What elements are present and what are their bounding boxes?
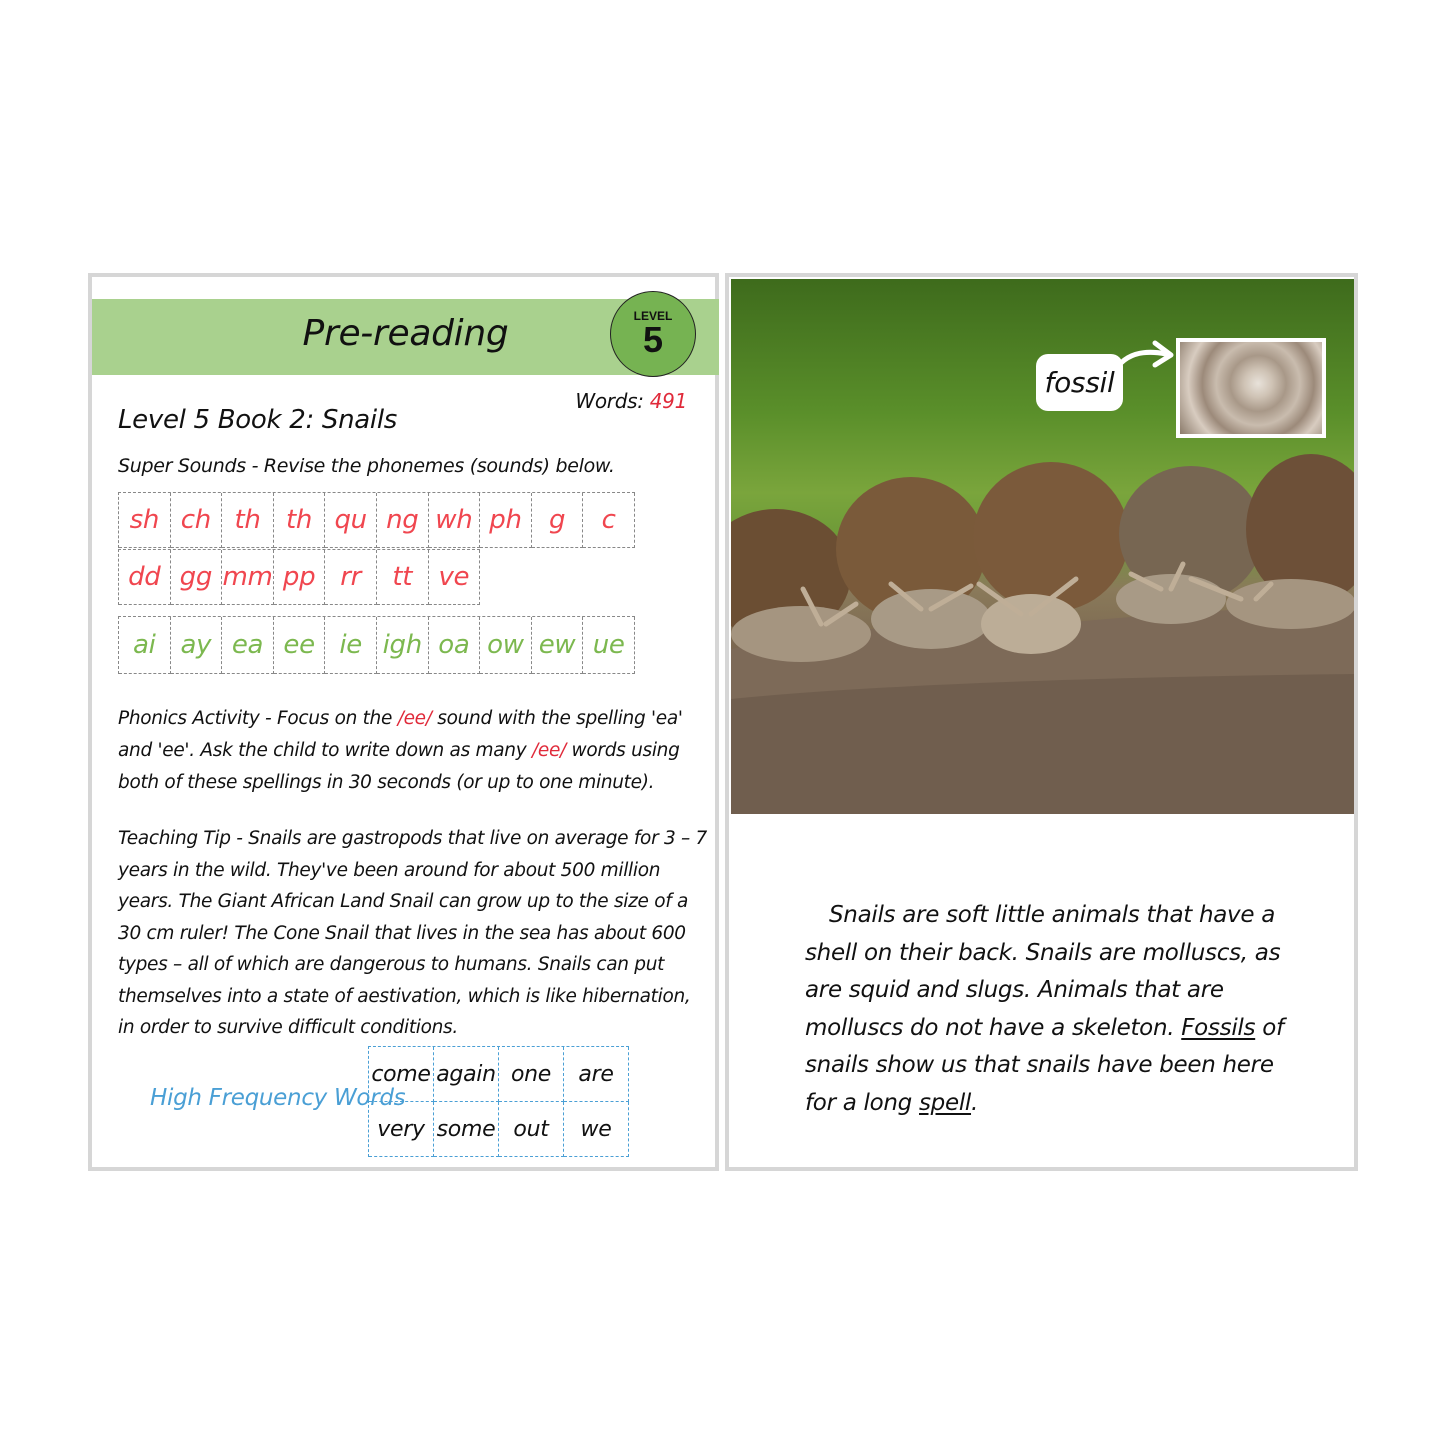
sound-cell: ow	[480, 617, 532, 674]
word-count: Words: 491	[575, 389, 687, 413]
hfw-word: out	[499, 1102, 564, 1157]
snail-body	[1116, 574, 1226, 624]
level-badge: LEVEL 5	[610, 291, 696, 377]
hfw-word: again	[434, 1047, 499, 1102]
word-count-label: Words:	[575, 389, 644, 413]
phonics-text: Phonics Activity - Focus on the	[118, 708, 398, 729]
book-title: Level 5 Book 2: Snails	[118, 405, 398, 435]
hfw-word: some	[434, 1102, 499, 1157]
hfw-word: very	[369, 1102, 434, 1157]
snails-photo: fossil	[731, 279, 1354, 814]
hfw-word: one	[499, 1047, 564, 1102]
sound-cell: igh	[376, 617, 429, 674]
sound-cell: ee	[273, 617, 326, 674]
sound-cell: gg	[170, 550, 223, 605]
sound-cell: tt	[376, 550, 429, 605]
sound-cell: pp	[273, 550, 326, 605]
teaching-tip: Teaching Tip - Snails are gastropods tha…	[118, 828, 708, 1038]
ammonite-image	[1180, 342, 1322, 434]
phoneme-highlight: /ee/	[397, 708, 432, 729]
sound-cell: sh	[119, 493, 171, 548]
phoneme-highlight: /ee/	[531, 740, 566, 761]
snail-body	[981, 594, 1081, 654]
story-text-part: .	[971, 1089, 979, 1116]
hfw-word: are	[564, 1047, 629, 1102]
sound-cell: ew	[531, 617, 584, 674]
hfw-word: we	[564, 1102, 629, 1157]
fossil-photo	[1176, 338, 1326, 438]
hfw-word: come	[369, 1047, 434, 1102]
snail-body	[1226, 579, 1354, 629]
snail-body	[871, 589, 991, 649]
sound-cell: mm	[222, 550, 274, 605]
sound-cell: oa	[428, 617, 481, 674]
sound-cell: ve	[428, 550, 481, 605]
word-count-value: 491	[649, 389, 688, 413]
super-sounds-instruction: Super Sounds - Revise the phonemes (soun…	[118, 455, 615, 477]
sound-cell: ai	[119, 617, 171, 674]
sound-cell: th	[222, 493, 274, 548]
arrow-icon	[1113, 340, 1174, 372]
high-frequency-words-grid: come again one are very some out we	[368, 1046, 629, 1157]
sound-cell: c	[583, 493, 635, 548]
sound-cell: g	[531, 493, 584, 548]
sound-cell: ie	[325, 617, 377, 674]
vocab-word-fossils: Fossils	[1181, 1014, 1256, 1041]
vocab-word-spell: spell	[919, 1089, 972, 1116]
sound-cell: ea	[222, 617, 274, 674]
sound-cell: ch	[170, 493, 223, 548]
phonics-activity: Phonics Activity - Focus on the /ee/ sou…	[118, 703, 708, 799]
double-consonant-grid: dd gg mm pp rr tt ve	[118, 549, 481, 605]
sound-cell: qu	[325, 493, 377, 548]
sound-cell: ng	[376, 493, 429, 548]
sound-cell: rr	[325, 550, 377, 605]
sound-cell: th	[273, 493, 326, 548]
level-badge-number: 5	[642, 319, 664, 360]
rock-shadow	[731, 674, 1354, 814]
teacher-notes-page: Pre-reading LEVEL 5 Words: 491 Level 5 B…	[88, 273, 719, 1171]
sound-cell: wh	[428, 493, 481, 548]
sound-cell: ue	[583, 617, 635, 674]
snail-body	[731, 606, 871, 662]
story-text: Snails are soft little animals that have…	[805, 897, 1305, 1122]
story-page: fossil Snails are soft little animals th…	[725, 273, 1358, 1171]
sound-cell: dd	[119, 550, 171, 605]
vowel-team-grid: ai ay ea ee ie igh oa ow ew ue	[118, 616, 635, 674]
snail-shell	[973, 462, 1129, 612]
sound-cell: ph	[480, 493, 532, 548]
fossil-label: fossil	[1036, 354, 1123, 411]
consonant-digraph-grid: sh ch th th qu ng wh ph g c	[118, 492, 635, 548]
sound-cell: ay	[170, 617, 223, 674]
